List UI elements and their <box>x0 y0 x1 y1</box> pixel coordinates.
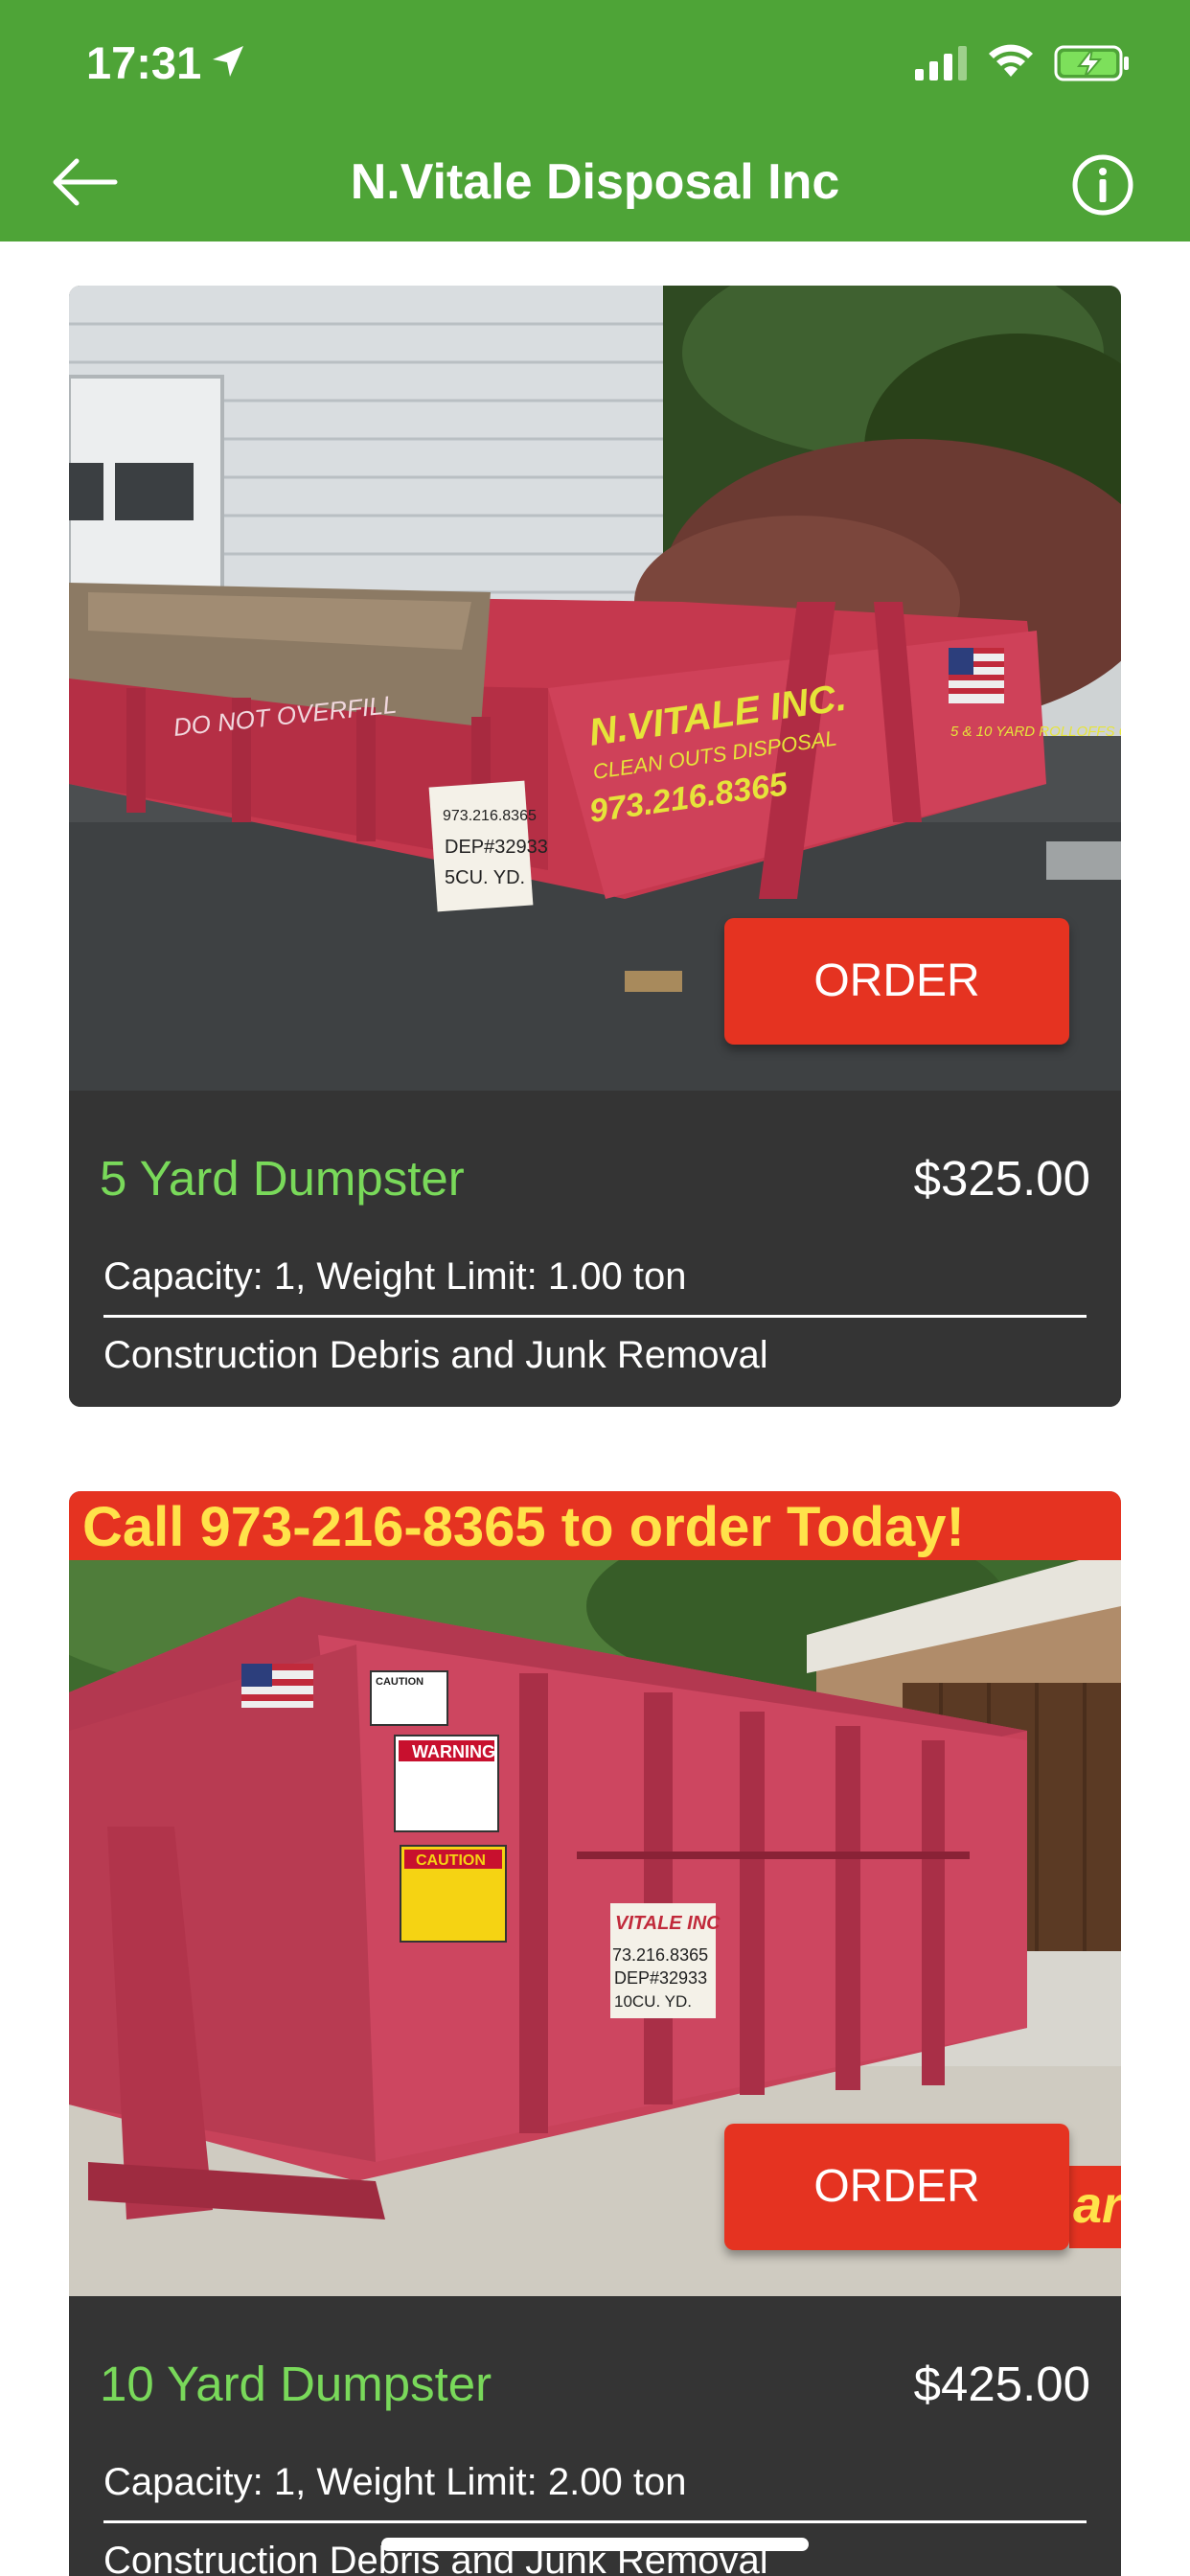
order-button[interactable]: ORDER <box>724 2124 1069 2250</box>
plate-dep-text: DEP#32933 <box>445 837 548 858</box>
plate-size-text: 5CU. YD. <box>445 867 525 888</box>
location-arrow-icon <box>213 46 243 77</box>
plate-dep-text: DEP#32933 <box>614 1968 707 1988</box>
dumpster-side-text: 5 & 10 YARD ROLLOFFS CONTAINERS <box>950 724 1121 740</box>
divider <box>103 2520 1087 2523</box>
back-button[interactable] <box>48 153 125 211</box>
small-caution-sticker-text: CAUTION <box>376 1676 423 1688</box>
product-card[interactable]: WARNING CAUTION CAUTION VITALE INC 73.21… <box>69 1491 1121 2576</box>
promo-tail-text: arc <box>1073 2176 1121 2234</box>
product-capacity: Capacity: 1, Weight Limit: 2.00 ton <box>103 2461 687 2503</box>
plate-phone-text: 73.216.8365 <box>612 1945 708 1965</box>
product-description: Construction Debris and Junk Removal <box>103 1334 768 1376</box>
plate-phone-text: 973.216.8365 <box>443 808 537 824</box>
product-name: 5 Yard Dumpster <box>100 1151 465 1206</box>
dumpster-logo-text: VITALE INC <box>615 1913 721 1934</box>
promo-banner: Call 973-216-8365 to order Today! <box>69 1491 1121 1560</box>
caution-sticker-text: CAUTION <box>416 1852 486 1869</box>
product-name: 10 Yard Dumpster <box>100 2357 492 2411</box>
product-info: 10 Yard Dumpster $425.00 Capacity: 1, We… <box>69 2296 1121 2576</box>
divider <box>103 1315 1087 1318</box>
warning-sticker-text: WARNING <box>412 1742 495 1761</box>
info-button[interactable] <box>1071 153 1134 217</box>
order-button[interactable]: ORDER <box>724 918 1069 1045</box>
promo-text: Call 973-216-8365 to order Today! <box>82 1496 965 1558</box>
product-card[interactable]: DO NOT OVERFILL N.VITALE INC. CLEAN OUTS… <box>69 286 1121 1407</box>
status-time: 17:31 <box>86 37 202 88</box>
product-info: 5 Yard Dumpster $325.00 Capacity: 1, Wei… <box>69 1091 1121 1407</box>
home-indicator[interactable] <box>381 2538 809 2551</box>
page-title: N.Vitale Disposal Inc <box>350 154 840 210</box>
app-header: 17:31 N.Vitale Disposal Inc <box>0 0 1190 242</box>
cellular-signal-icon <box>915 46 967 80</box>
product-capacity: Capacity: 1, Weight Limit: 1.00 ton <box>103 1255 687 1298</box>
wifi-icon <box>989 44 1033 77</box>
plate-size-text: 10CU. YD. <box>614 1992 692 2011</box>
product-price: $325.00 <box>913 1151 1090 1206</box>
promo-tail: arc <box>1069 2166 1121 2248</box>
product-price: $425.00 <box>913 2357 1090 2411</box>
battery-charging-icon <box>1054 45 1129 81</box>
